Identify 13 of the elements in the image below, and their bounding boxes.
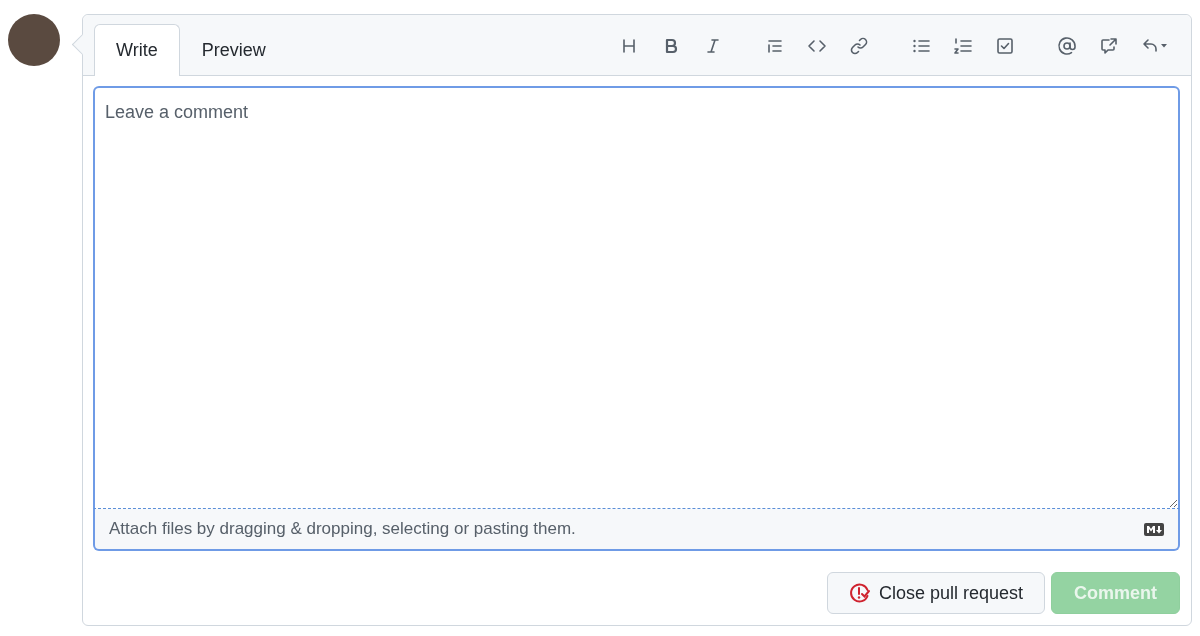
markdown-icon (1144, 522, 1164, 536)
close-pull-request-button[interactable]: Close pull request (826, 572, 1045, 614)
attach-hint[interactable]: Attach files by dragging & dropping, selecting or pasting them. (109, 519, 576, 539)
editor-tab[interactable]: Write (94, 24, 180, 76)
link-icon[interactable] (849, 36, 869, 56)
checkbox-icon[interactable] (995, 36, 1015, 56)
at-sign-icon[interactable] (1057, 36, 1077, 56)
editor-tab[interactable]: Preview (179, 24, 288, 76)
numbered-list-icon[interactable] (953, 36, 973, 56)
closed-clock-icon (848, 582, 871, 604)
comment-field[interactable]: Leave a comment (93, 86, 1180, 509)
avatar (8, 14, 60, 66)
cross-reference-icon[interactable] (1099, 36, 1119, 56)
